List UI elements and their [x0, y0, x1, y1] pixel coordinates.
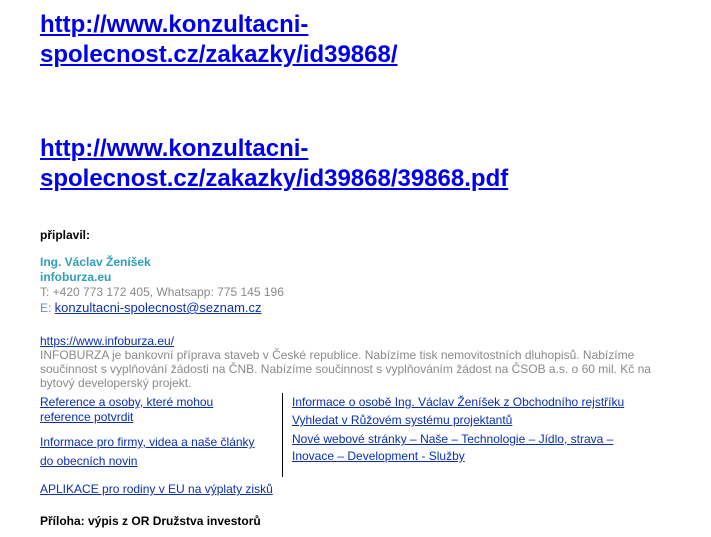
left-links: Reference a osoby, které mohou reference…: [40, 395, 255, 471]
new-website-link[interactable]: Nové webové stránky – Naše – Technologie…: [292, 431, 642, 465]
main-url-line2: spolecnost.cz/zakazky/id39868/: [40, 41, 398, 68]
pdf-url-line2: spolecnost.cz/zakazky/id39868/39868.pdf: [40, 165, 509, 192]
column-divider: [282, 393, 283, 477]
author-phone: T: +420 773 172 405, Whatsapp: 775 145 1…: [40, 285, 284, 299]
email-link[interactable]: konzultacni-spolecnost@seznam.cz: [55, 300, 262, 315]
email-prefix: E:: [40, 301, 55, 315]
firms-info-link[interactable]: Informace pro firmy, videa a naše články…: [40, 433, 255, 471]
right-links: Informace o osobě Ing. Václav Ženíšek z …: [292, 395, 642, 465]
info-block: https://www.infoburza.eu/ INFOBURZA je b…: [40, 334, 660, 390]
pdf-url-line1: http://www.konzultacni-: [40, 135, 309, 162]
prepared-label: připlavil:: [40, 228, 91, 242]
author-site: infoburza.eu: [40, 270, 112, 284]
app-link[interactable]: APLIKACE pro rodiny v EU na výplaty zisk…: [40, 482, 273, 496]
references-link[interactable]: Reference a osoby, které mohou reference…: [40, 395, 255, 425]
author-email-row: E: konzultacni-spolecnost@seznam.cz: [40, 300, 284, 316]
attachment-label: Příloha: výpis z OR Družstva investorů: [40, 514, 261, 528]
pdf-url-link[interactable]: http://www.konzultacni- spolecnost.cz/za…: [40, 134, 560, 194]
author-name: Ing. Václav Ženíšek: [40, 255, 151, 269]
info-text: INFOBURZA je bankovní příprava staveb v …: [40, 348, 651, 390]
author-block: Ing. Václav Ženíšek infoburza.eu T: +420…: [40, 255, 284, 316]
about-person-link[interactable]: Informace o osobě Ing. Václav Ženíšek z …: [292, 395, 642, 410]
infoburza-link[interactable]: https://www.infoburza.eu/: [40, 334, 174, 348]
search-designers-link[interactable]: Vyhledat v Růžovém systému projektantů: [292, 413, 642, 428]
main-url-link[interactable]: http://www.konzultacni- spolecnost.cz/za…: [40, 10, 560, 70]
main-url-line1: http://www.konzultacni-: [40, 11, 309, 38]
